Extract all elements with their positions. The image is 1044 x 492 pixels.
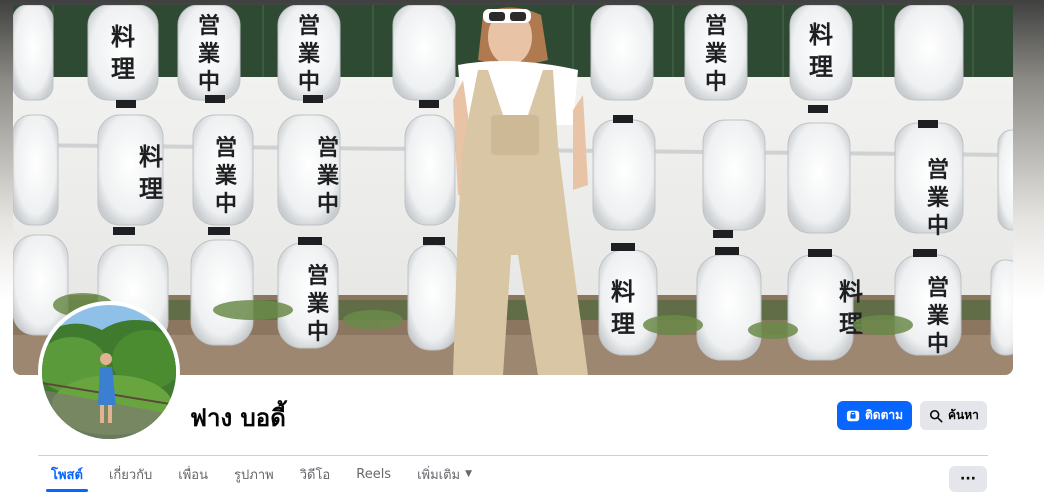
svg-text:業: 業	[705, 41, 728, 67]
svg-text:営: 営	[307, 263, 329, 289]
svg-text:業: 業	[317, 163, 340, 189]
svg-text:業: 業	[927, 185, 950, 211]
svg-text:業: 業	[927, 303, 950, 329]
cover-photo-image: 料 理 営 業 中 営 業 中 営 業 中 料 理 料 理 営 業 中 営 業 …	[13, 5, 1013, 375]
tab-label: เพื่อน	[178, 467, 209, 483]
svg-text:料: 料	[839, 277, 863, 306]
svg-text:理: 理	[111, 54, 135, 83]
svg-text:中: 中	[307, 319, 329, 345]
tab-posts[interactable]: โพสต์	[38, 456, 96, 492]
tab-label: วิดีโอ	[299, 467, 331, 483]
svg-text:営: 営	[198, 13, 220, 39]
avatar-image	[42, 305, 176, 439]
tab-more[interactable]: เพิ่มเติม ▼	[404, 456, 485, 492]
svg-text:営: 営	[705, 13, 727, 39]
svg-text:中: 中	[298, 69, 320, 95]
svg-text:料: 料	[139, 142, 163, 171]
follow-button-label: ติดตาม	[865, 408, 904, 422]
svg-text:営: 営	[317, 135, 339, 161]
tab-label: รูปภาพ	[234, 467, 274, 483]
svg-text:業: 業	[307, 291, 330, 317]
svg-text:理: 理	[139, 174, 163, 203]
svg-text:理: 理	[809, 52, 833, 81]
tab-label: โพสต์	[51, 467, 83, 483]
svg-text:料: 料	[611, 277, 635, 306]
more-options-button[interactable]: ···	[949, 466, 987, 492]
tab-about[interactable]: เกี่ยวกับ	[96, 456, 165, 492]
tab-videos[interactable]: วิดีโอ	[287, 456, 344, 492]
caret-down-icon: ▼	[465, 469, 473, 479]
svg-text:業: 業	[215, 163, 238, 189]
svg-text:営: 営	[927, 157, 949, 183]
svg-text:業: 業	[298, 41, 321, 67]
svg-text:中: 中	[215, 191, 237, 217]
search-button[interactable]: ค้นหา	[920, 401, 987, 430]
profile-avatar[interactable]	[38, 301, 180, 443]
tab-photos[interactable]: รูปภาพ	[221, 456, 287, 492]
svg-text:営: 営	[927, 275, 949, 301]
svg-text:中: 中	[198, 69, 220, 95]
svg-text:中: 中	[927, 213, 949, 239]
search-icon	[929, 409, 943, 422]
follow-button[interactable]: ติดตาม	[837, 401, 912, 430]
svg-text:業: 業	[198, 41, 221, 67]
svg-text:料: 料	[809, 20, 833, 49]
follow-icon	[846, 410, 860, 421]
svg-text:中: 中	[927, 331, 949, 357]
tab-label: เกี่ยวกับ	[108, 467, 153, 483]
tab-label: Reels	[356, 466, 392, 482]
tab-label: เพิ่มเติม	[417, 467, 461, 483]
search-button-label: ค้นหา	[948, 408, 979, 422]
tab-reels[interactable]: Reels	[343, 456, 404, 492]
tab-friends[interactable]: เพื่อน	[165, 456, 221, 492]
svg-text:中: 中	[705, 69, 727, 95]
svg-text:営: 営	[215, 135, 237, 161]
svg-text:理: 理	[611, 309, 635, 338]
svg-text:中: 中	[317, 191, 339, 217]
profile-name: ฟาง บอดี้	[190, 404, 286, 432]
cover-photo[interactable]: 料 理 営 業 中 営 業 中 営 業 中 料 理 料 理 営 業 中 営 業 …	[13, 5, 1013, 375]
more-dots-icon: ···	[960, 471, 976, 487]
profile-tabs: โพสต์ เกี่ยวกับ เพื่อน รูปภาพ วิดีโอ Ree…	[38, 456, 485, 492]
lantern-text: 料	[111, 22, 135, 51]
svg-text:営: 営	[298, 13, 320, 39]
